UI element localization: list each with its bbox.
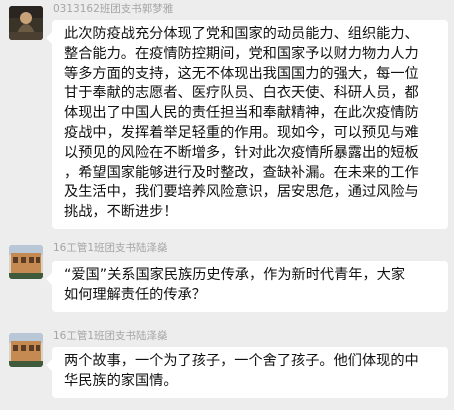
message-text-line: 挑战，不断进步！ <box>64 204 178 221</box>
message-text-line: “爱国”关系国家民族历史传承，作为新时代青年，大家 <box>64 267 406 283</box>
sender-name: 0313162班团支书郭梦雅 <box>53 3 174 15</box>
avatar[interactable] <box>9 333 43 367</box>
avatar-dark-photo-icon <box>9 6 43 40</box>
message-text-line: 甘于奉献的志愿者、医疗队员、白衣天使、科研人员，都 <box>64 85 419 102</box>
avatar-building-photo-icon <box>9 333 43 367</box>
avatar[interactable] <box>9 245 43 279</box>
message-text-line: ，希望国家能够进行及时整改，查缺补漏。在未来的工作 <box>64 164 419 181</box>
message-text-line: 以预见的风险在不断增多，针对此次疫情所暴露出的短板 <box>64 144 419 161</box>
message-bubble[interactable]: 此次防疫战充分体现了党和国家的动员能力、组织能力、 整合能力。在疫情防控期间，党… <box>46 20 448 229</box>
message-text-line: 疫战中，发挥着举足轻重的作用。现如今，可以预见与难 <box>64 124 419 141</box>
message-text-line: 两个故事，一个为了孩子，一个舍了孩子。他们体现的中 <box>64 353 419 369</box>
message-text-line: 如何理解责任的传承？ <box>64 286 206 303</box>
message-text-line: 整合能力。在疫情防控期间，党和国家予以财力物力人力 <box>64 45 419 62</box>
avatar-building-photo-icon <box>9 245 43 279</box>
message-bubble[interactable]: 两个故事，一个为了孩子，一个舍了孩子。他们体现的中 华民族的家国情。 <box>46 347 448 398</box>
message-text-line: 此次防疫战充分体现了党和国家的动员能力、组织能力、 <box>64 26 419 42</box>
message-bubble[interactable]: “爱国”关系国家民族历史传承，作为新时代青年，大家 如何理解责任的传承？ <box>46 261 448 312</box>
message-text-line: 等多方面的支持，这无不体现出我国国力的强大，每一位 <box>64 65 419 82</box>
sender-name: 16工管1班团支书陆泽燊 <box>53 330 168 342</box>
message-text-line: 华民族的家国情。 <box>64 372 178 389</box>
avatar[interactable] <box>9 6 43 40</box>
message-text-line: 及生活中，我们要培养风险意识，居安思危，通过风险与 <box>64 184 419 201</box>
sender-name: 16工管1班团支书陆泽燊 <box>53 242 168 254</box>
message-text-line: 体现出了中国人民的责任担当和奉献精神，在此次疫情防 <box>64 105 419 122</box>
